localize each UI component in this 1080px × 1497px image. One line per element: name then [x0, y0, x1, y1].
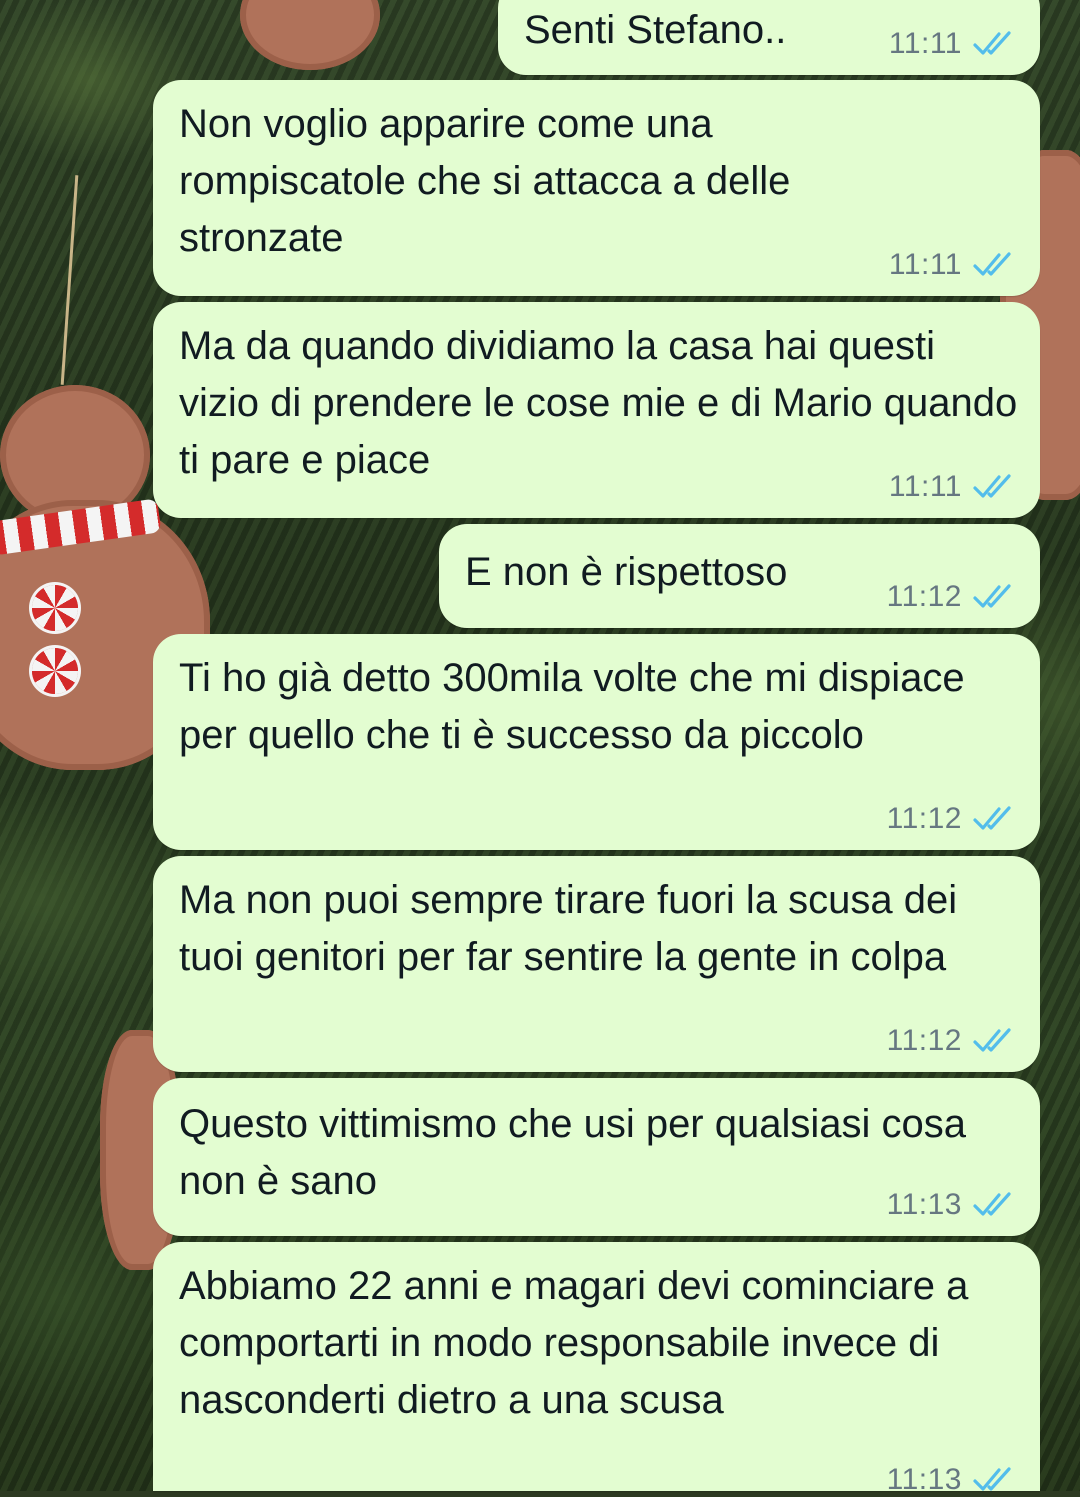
- message-meta: 11:11: [889, 470, 1016, 504]
- double-check-icon: [973, 584, 1011, 608]
- message-time: 11:12: [886, 802, 962, 835]
- message-text: Ma non puoi sempre tirare fuori la scusa…: [179, 878, 969, 979]
- message-text: Abbiamo 22 anni e magari devi cominciare…: [179, 1264, 980, 1422]
- message-bubble[interactable]: Ti ho già detto 300mila volte che mi dis…: [153, 634, 1040, 850]
- message-bubble[interactable]: Abbiamo 22 anni e magari devi cominciare…: [153, 1242, 1040, 1496]
- message-meta: 11:13: [887, 1188, 1016, 1222]
- message-bubble[interactable]: E non è rispettoso 11:12: [439, 524, 1040, 628]
- double-check-icon: [973, 806, 1011, 830]
- message-bubble[interactable]: Senti Stefano.. 11:11: [498, 0, 1040, 75]
- message-bubble[interactable]: Ma da quando dividiamo la casa hai quest…: [153, 302, 1040, 518]
- message-meta: 11:12: [887, 802, 1016, 836]
- message-text: Ti ho già detto 300mila volte che mi dis…: [179, 656, 976, 757]
- message-time: 11:11: [888, 27, 962, 60]
- double-check-icon: [973, 31, 1011, 55]
- message-meta: 11:12: [887, 1024, 1016, 1058]
- message-bubble[interactable]: Ma non puoi sempre tirare fuori la scusa…: [153, 856, 1040, 1072]
- double-check-icon: [973, 1192, 1011, 1216]
- message-meta: 11:11: [889, 27, 1016, 61]
- double-check-icon: [973, 474, 1011, 498]
- message-bubble[interactable]: Questo vittimismo che usi per qualsiasi …: [153, 1078, 1040, 1236]
- message-meta: 11:12: [887, 580, 1016, 614]
- message-meta: 11:11: [889, 248, 1016, 282]
- message-time: 11:11: [888, 248, 962, 281]
- double-check-icon: [973, 1028, 1011, 1052]
- message-meta: 11:13: [887, 1463, 1016, 1497]
- message-time: 11:13: [886, 1463, 962, 1496]
- message-bubble[interactable]: Non voglio apparire come una rompiscatol…: [153, 80, 1040, 296]
- message-time: 11:11: [888, 470, 962, 503]
- message-list[interactable]: Senti Stefano.. 11:11 Non voglio apparir…: [0, 0, 1080, 1496]
- double-check-icon: [973, 252, 1011, 276]
- message-text: Ma da quando dividiamo la casa hai quest…: [179, 324, 1029, 482]
- message-time: 11:12: [886, 580, 962, 613]
- message-time: 11:12: [886, 1024, 962, 1057]
- message-text: Non voglio apparire come una rompiscatol…: [179, 102, 802, 260]
- message-time: 11:13: [886, 1188, 962, 1221]
